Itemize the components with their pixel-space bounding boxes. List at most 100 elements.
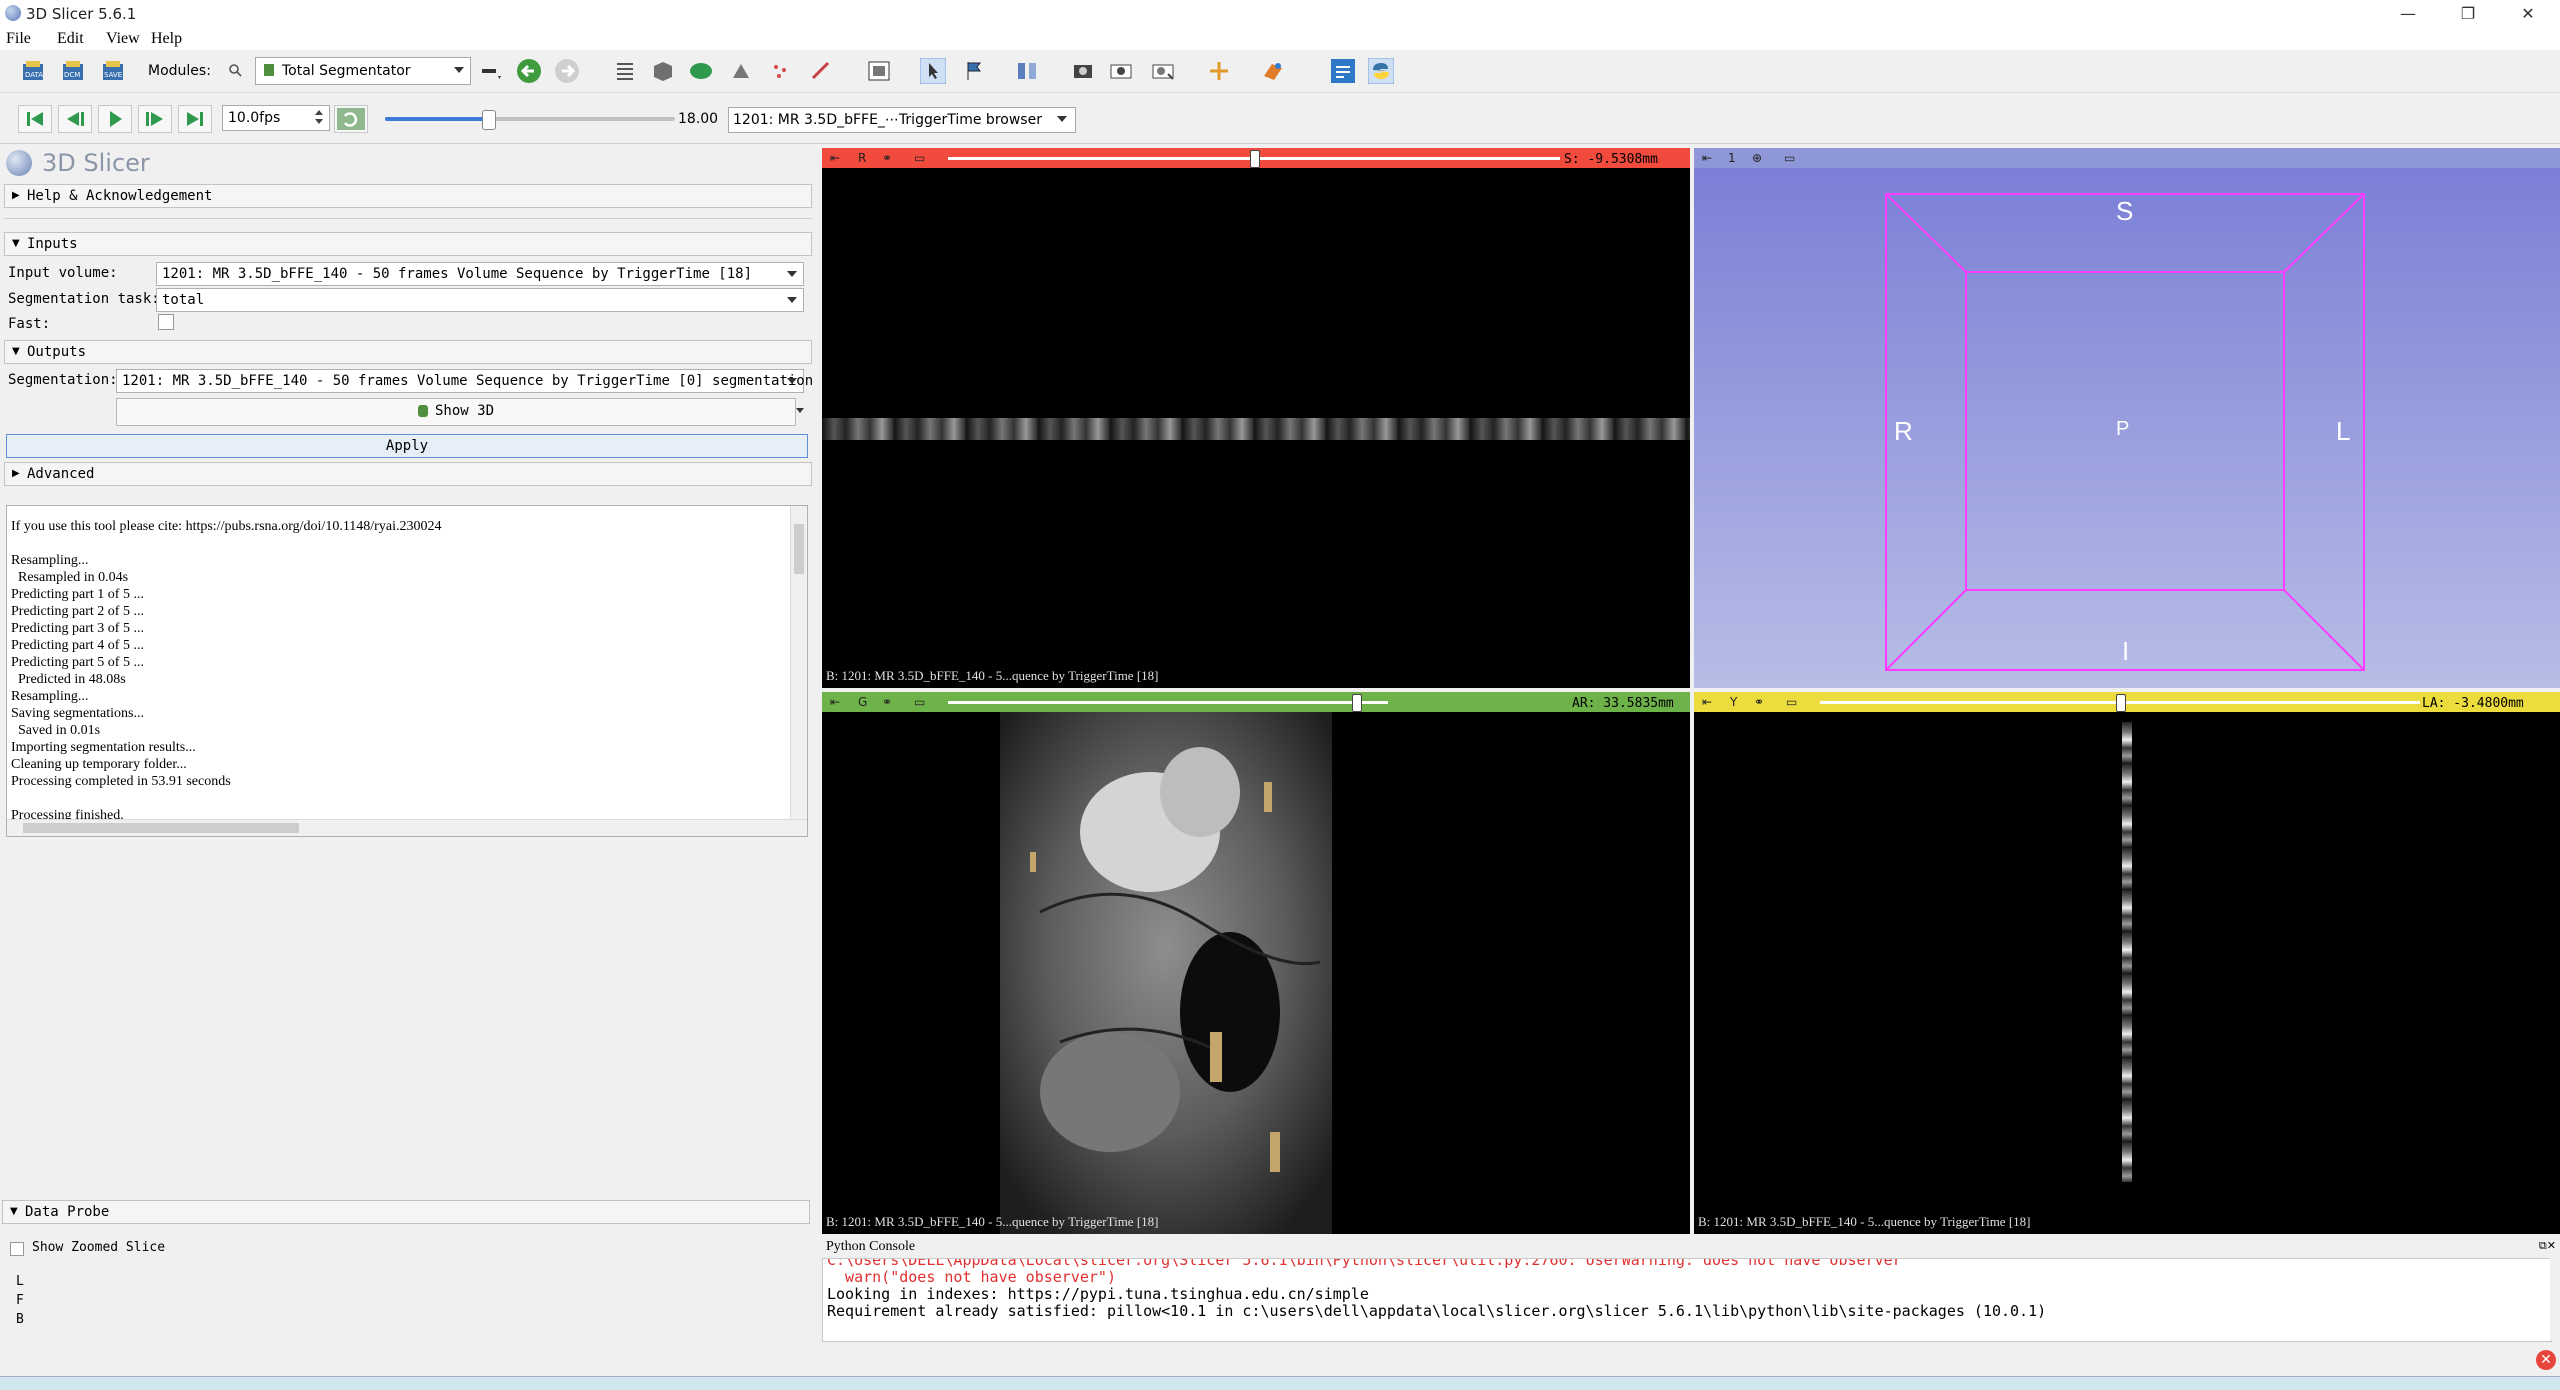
help-section-header[interactable]: ▶ Help & Acknowledgement — [4, 184, 812, 208]
python-console-output[interactable]: C:\Users\DELL\AppData\Local\slicer.org\S… — [822, 1258, 2552, 1342]
minimize-button[interactable]: — — [2380, 0, 2436, 28]
input-volume-value: 1201: MR 3.5D_bFFE_140 - 50 frames Volum… — [162, 266, 753, 282]
segment-editor-icon[interactable] — [808, 58, 834, 84]
maximize-view-icon[interactable]: ▭ — [1784, 151, 1795, 165]
load-data-icon[interactable]: DATA — [20, 58, 46, 84]
red-slice-controller: ⇤ R ⚭ ▭ S: -9.5308mm — [822, 148, 1690, 168]
threed-view[interactable]: S I R L P — [1694, 168, 2560, 688]
svg-text:DCM: DCM — [64, 71, 80, 79]
screenshot-icon[interactable] — [1070, 58, 1096, 84]
pin-icon[interactable]: ⇤ — [1702, 151, 1712, 165]
markups-module-icon[interactable] — [768, 58, 794, 84]
models-module-icon[interactable] — [688, 58, 714, 84]
show-3d-dropdown[interactable] — [794, 398, 806, 424]
last-frame-icon[interactable] — [178, 105, 212, 133]
pin-icon[interactable]: ⇤ — [1702, 695, 1712, 709]
close-window-button[interactable]: ✕ — [2500, 0, 2556, 28]
annotation-tool-icon[interactable] — [1260, 58, 1286, 84]
loop-toggle-icon[interactable] — [334, 105, 368, 133]
data-probe-section-label: Data Probe — [25, 1204, 110, 1220]
place-fiducial-icon[interactable] — [962, 58, 988, 84]
sequence-browser-selector[interactable]: 1201: MR 3.5D_bFFE_⋯TriggerTime browser — [728, 107, 1076, 133]
segmentation-task-selector[interactable]: total — [156, 288, 804, 312]
segmentation-selector[interactable]: 1201: MR 3.5D_bFFE_140 - 50 frames Volum… — [116, 369, 813, 393]
layout-icon[interactable] — [866, 58, 892, 84]
link-icon[interactable]: ⚭ — [882, 151, 892, 165]
load-dicom-icon[interactable]: DCM — [60, 58, 86, 84]
log-horizontal-scroll-thumb[interactable] — [23, 823, 299, 833]
volumes-module-icon[interactable] — [650, 58, 676, 84]
green-slice-slider[interactable] — [948, 701, 1388, 704]
python-console-icon[interactable] — [1368, 58, 1394, 84]
crosshair-icon[interactable] — [1206, 58, 1232, 84]
red-slice-view[interactable]: B: 1201: MR 3.5D_bFFE_140 - 5...quence b… — [822, 168, 1690, 688]
menu-file[interactable]: File — [6, 30, 31, 48]
menu-edit[interactable]: Edit — [57, 30, 84, 48]
transforms-module-icon[interactable] — [728, 58, 754, 84]
data-probe-section-header[interactable]: ▼ Data Probe — [2, 1200, 810, 1224]
center-view-icon[interactable]: ⊕ — [1752, 151, 1762, 165]
yellow-slice-view[interactable]: B: 1201: MR 3.5D_bFFE_140 - 5...quence b… — [1694, 712, 2560, 1234]
capture-view-icon[interactable] — [1108, 58, 1134, 84]
show-3d-button[interactable]: Show 3D — [116, 398, 796, 426]
link-icon[interactable]: ⚭ — [1754, 695, 1764, 709]
maximize-view-icon[interactable]: ▭ — [1786, 695, 1797, 709]
segmentation-value: 1201: MR 3.5D_bFFE_140 - 50 frames Volum… — [122, 373, 814, 389]
console-scrollbar[interactable] — [2550, 1258, 2560, 1340]
sequence-slider[interactable] — [385, 110, 675, 130]
extension-manager-icon[interactable] — [1330, 58, 1356, 84]
data-module-icon[interactable] — [612, 58, 638, 84]
first-frame-icon[interactable] — [18, 105, 52, 133]
maximize-view-icon[interactable]: ▭ — [914, 151, 925, 165]
module-history-icon[interactable] — [478, 58, 504, 84]
maximize-view-icon[interactable]: ▭ — [914, 695, 925, 709]
green-slice-view[interactable]: B: 1201: MR 3.5D_bFFE_140 - 5...quence b… — [822, 712, 1690, 1234]
link-icon[interactable]: ⚭ — [882, 695, 892, 709]
chevron-down-icon: ▼ — [12, 238, 20, 249]
green-slice-controller: ⇤ G ⚭ ▭ AR: 33.5835mm — [822, 692, 1690, 712]
red-view-caption: B: 1201: MR 3.5D_bFFE_140 - 5...quence b… — [826, 668, 1159, 683]
log-vertical-scrollbar[interactable] — [790, 506, 807, 820]
input-volume-selector[interactable]: 1201: MR 3.5D_bFFE_140 - 50 frames Volum… — [156, 262, 804, 286]
forward-arrow-icon[interactable] — [554, 58, 580, 84]
module-selector[interactable]: Total Segmentator — [255, 57, 471, 85]
yellow-slice-slider-handle[interactable] — [2116, 694, 2126, 712]
play-icon[interactable] — [98, 105, 132, 133]
pin-icon[interactable]: ⇤ — [830, 151, 840, 165]
segmentation-3d-icon — [418, 405, 428, 417]
console-line-4: Requirement already satisfied: pillow<10… — [827, 1302, 2047, 1320]
log-line: Saving segmentations... — [11, 706, 144, 721]
chevron-right-icon: ▶ — [12, 468, 20, 479]
red-slice-slider-handle[interactable] — [1250, 150, 1260, 168]
menu-help[interactable]: Help — [151, 30, 182, 48]
apply-button[interactable]: Apply — [6, 434, 808, 458]
maximize-button[interactable]: ❐ — [2440, 0, 2496, 28]
inputs-section-header[interactable]: ▼ Inputs — [4, 232, 812, 256]
log-vertical-scroll-thumb[interactable] — [794, 524, 804, 574]
scene-view-icon[interactable] — [1150, 58, 1176, 84]
show-zoomed-slice-checkbox[interactable] — [10, 1242, 24, 1256]
fast-checkbox[interactable] — [158, 314, 174, 330]
pin-icon[interactable]: ⇤ — [830, 695, 840, 709]
log-output-box[interactable]: If you use this tool please cite: https:… — [6, 505, 808, 837]
chevron-right-icon: ▶ — [12, 190, 20, 201]
save-icon[interactable]: SAVE — [100, 58, 126, 84]
back-arrow-icon[interactable] — [516, 58, 542, 84]
search-icon[interactable] — [228, 63, 242, 77]
green-slice-slider-handle[interactable] — [1352, 694, 1362, 712]
log-horizontal-scrollbar[interactable] — [7, 819, 807, 836]
advanced-section-header[interactable]: ▶ Advanced — [4, 462, 812, 486]
previous-frame-icon[interactable] — [58, 105, 92, 133]
chevron-down-icon — [1057, 116, 1067, 122]
crosshair-tool-icon[interactable] — [1014, 58, 1040, 84]
console-float-close-icon[interactable]: ⧉✕ — [2539, 1239, 2556, 1253]
next-frame-icon[interactable] — [138, 105, 172, 133]
spin-arrows-icon[interactable] — [312, 107, 326, 127]
mouse-mode-pointer-icon[interactable] — [920, 58, 946, 84]
log-line: Saved in 0.01s — [11, 723, 101, 738]
menu-view[interactable]: View — [106, 30, 140, 48]
error-log-icon[interactable]: ✕ — [2536, 1350, 2556, 1370]
sequence-slider-handle[interactable] — [482, 110, 496, 130]
outputs-section-header[interactable]: ▼ Outputs — [4, 340, 812, 364]
